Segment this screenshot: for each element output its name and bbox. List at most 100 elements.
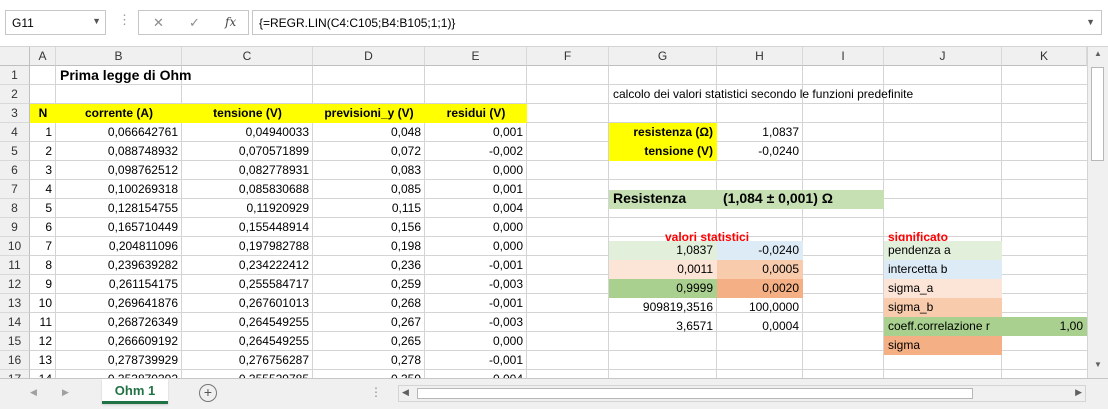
formula-input[interactable]: {=REGR.LIN(C4:C105;B4:B105;1;1)} ▼ bbox=[252, 10, 1102, 35]
column-header[interactable]: K bbox=[1002, 47, 1087, 66]
scroll-thumb[interactable] bbox=[417, 388, 973, 399]
row-header[interactable]: 3 bbox=[0, 104, 30, 123]
header-corrente: corrente (A) bbox=[56, 104, 182, 123]
stat-cell: 0,0004 bbox=[762, 319, 799, 333]
prev-sheet-icon[interactable]: ◀ bbox=[30, 387, 37, 398]
column-header[interactable]: I bbox=[803, 47, 884, 66]
cancel-icon[interactable]: ✕ bbox=[153, 15, 164, 31]
header-residui: residui (V) bbox=[425, 104, 527, 123]
scroll-up-icon[interactable]: ▲ bbox=[1091, 49, 1105, 63]
table-cell: -0,002 bbox=[488, 144, 523, 158]
table-cell: 8 bbox=[45, 258, 52, 272]
table-cell: 0,066642761 bbox=[107, 125, 178, 139]
table-cell: 0,276756287 bbox=[238, 353, 309, 367]
row-header[interactable]: 4 bbox=[0, 123, 30, 142]
scroll-down-icon[interactable]: ▼ bbox=[1091, 360, 1105, 374]
name-box-value: G11 bbox=[12, 16, 34, 30]
table-cell: 11 bbox=[39, 315, 52, 329]
row-header[interactable]: 7 bbox=[0, 180, 30, 199]
tensione-value: -0,0240 bbox=[758, 144, 799, 158]
table-cell: 0,267 bbox=[390, 315, 421, 329]
table-cell: 0,001 bbox=[492, 182, 523, 196]
table-cell: 0,234222412 bbox=[238, 258, 309, 272]
meaning-cell: sigma bbox=[884, 336, 1002, 355]
row-header[interactable]: 1 bbox=[0, 66, 30, 85]
select-all-corner[interactable] bbox=[0, 47, 30, 66]
name-box[interactable]: G11 ▼ bbox=[5, 10, 106, 35]
chevron-down-icon[interactable]: ▼ bbox=[92, 16, 101, 26]
row-header[interactable]: 6 bbox=[0, 161, 30, 180]
table-cell: 0,355529785 bbox=[182, 370, 313, 378]
table-cell: -0,001 bbox=[488, 353, 523, 367]
table-cell: 0,268 bbox=[390, 296, 421, 310]
table-cell: 0,267601013 bbox=[238, 296, 309, 310]
sheet-tab-ohm1[interactable]: Ohm 1 bbox=[102, 379, 168, 404]
table-cell: -0,001 bbox=[488, 296, 523, 310]
scroll-right-icon[interactable]: ▶ bbox=[1075, 387, 1082, 398]
table-cell: 0,259 bbox=[390, 277, 421, 291]
table-cell: 1 bbox=[45, 125, 52, 139]
row-header[interactable]: 2 bbox=[0, 85, 30, 104]
cell-grid[interactable]: Prima legge di Ohm calcolo dei valori st… bbox=[30, 66, 1087, 378]
expand-formula-icon[interactable]: ▼ bbox=[1086, 17, 1095, 27]
table-cell: 10 bbox=[38, 296, 52, 310]
row-header[interactable]: 14 bbox=[0, 313, 30, 332]
table-cell: 0,156 bbox=[390, 220, 421, 234]
vertical-scrollbar[interactable]: ▲ ▼ bbox=[1087, 47, 1108, 378]
table-cell: 0,278739929 bbox=[107, 353, 178, 367]
table-cell: 0,083 bbox=[390, 163, 421, 177]
column-header[interactable]: E bbox=[425, 47, 527, 66]
add-sheet-icon[interactable]: + bbox=[199, 384, 217, 402]
table-cell: 0,088748932 bbox=[107, 144, 178, 158]
column-header[interactable]: B bbox=[56, 47, 182, 66]
stat-cell: 0,0020 bbox=[717, 279, 803, 298]
table-cell: 0,239639282 bbox=[107, 258, 178, 272]
table-cell: 0,11920929 bbox=[246, 201, 309, 215]
row-header[interactable]: 11 bbox=[0, 256, 30, 275]
column-header[interactable]: H bbox=[717, 47, 803, 66]
table-cell: 0,264549255 bbox=[238, 334, 309, 348]
tensione-label: tensione (V) bbox=[609, 142, 717, 161]
row-header[interactable]: 5 bbox=[0, 142, 30, 161]
table-cell: 0,072 bbox=[390, 144, 421, 158]
table-cell: 6 bbox=[45, 220, 52, 234]
horizontal-scrollbar[interactable]: ◀ ▶ bbox=[398, 385, 1086, 402]
column-header[interactable]: G bbox=[609, 47, 717, 66]
stat-cell: 100,0000 bbox=[748, 300, 799, 314]
row-header[interactable]: 15 bbox=[0, 332, 30, 351]
scroll-left-icon[interactable]: ◀ bbox=[402, 387, 409, 398]
table-cell: 0,115 bbox=[391, 201, 421, 215]
table-cell: 0,198 bbox=[390, 239, 421, 253]
column-header[interactable]: D bbox=[313, 47, 425, 66]
table-cell: 0,265 bbox=[390, 334, 421, 348]
column-header[interactable]: F bbox=[527, 47, 609, 66]
row-header[interactable]: 8 bbox=[0, 199, 30, 218]
scroll-thumb[interactable] bbox=[1091, 67, 1104, 161]
table-cell: 13 bbox=[38, 353, 52, 367]
column-header[interactable]: A bbox=[30, 47, 56, 66]
row-header[interactable]: 12 bbox=[0, 275, 30, 294]
table-cell: 0,098762512 bbox=[107, 163, 178, 177]
enter-icon[interactable]: ✓ bbox=[189, 15, 200, 31]
calc-note: calcolo dei valori statistici secondo le… bbox=[613, 87, 914, 101]
table-cell: -0,004 bbox=[425, 370, 527, 378]
column-header[interactable]: C bbox=[182, 47, 313, 66]
column-header[interactable]: J bbox=[884, 47, 1002, 66]
tab-splitter-icon[interactable]: ⋮ bbox=[370, 385, 382, 399]
stat-cell: -0,0240 bbox=[717, 241, 803, 260]
sheet-tab-bar: ◀ ▶ Ohm 1 + ⋮ ◀ ▶ bbox=[0, 378, 1108, 409]
insert-function-icon[interactable]: fx bbox=[225, 15, 236, 29]
row-header[interactable]: 13 bbox=[0, 294, 30, 313]
table-cell: 9 bbox=[45, 277, 52, 291]
table-cell: -0,001 bbox=[488, 258, 523, 272]
result-label: Resistenza bbox=[613, 190, 687, 206]
row-header[interactable]: 10 bbox=[0, 237, 30, 256]
table-cell: 0,165710449 bbox=[107, 220, 178, 234]
table-cell: 3 bbox=[45, 163, 52, 177]
meaning-cell: sigma_b bbox=[884, 298, 1002, 317]
next-sheet-icon[interactable]: ▶ bbox=[62, 387, 69, 398]
formula-text: {=REGR.LIN(C4:C105;B4:B105;1;1)} bbox=[259, 16, 456, 30]
row-header[interactable]: 9 bbox=[0, 218, 30, 237]
row-header[interactable]: 16 bbox=[0, 351, 30, 370]
formula-bar: G11 ▼ ⋮ ✕ ✓ fx {=REGR.LIN(C4:C105;B4:B10… bbox=[0, 0, 1108, 47]
